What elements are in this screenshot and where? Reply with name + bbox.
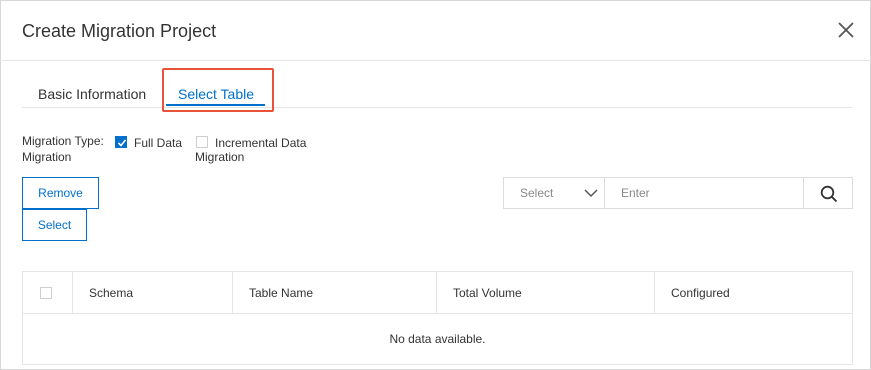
incremental-data-checkbox[interactable] xyxy=(196,136,208,148)
search-field-select[interactable]: Select xyxy=(504,178,605,208)
search-input[interactable] xyxy=(605,178,803,208)
tabs-divider xyxy=(22,107,852,108)
close-icon[interactable] xyxy=(836,20,856,40)
dialog-title: Create Migration Project xyxy=(22,21,217,41)
search-button[interactable] xyxy=(803,178,852,208)
search-bar: Select xyxy=(503,177,853,209)
migration-type-label-line2: Migration xyxy=(22,150,72,164)
column-header-schema[interactable]: Schema xyxy=(73,272,233,313)
table-header: Schema Table Name Total Volume Configure… xyxy=(23,272,852,314)
select-button[interactable]: Select xyxy=(22,209,87,241)
migration-type-label: Migration Type: xyxy=(22,134,104,148)
tables-table: Schema Table Name Total Volume Configure… xyxy=(22,271,853,365)
column-header-total-volume[interactable]: Total Volume xyxy=(437,272,655,313)
column-header-table-name[interactable]: Table Name xyxy=(233,272,437,313)
full-data-checkbox[interactable] xyxy=(115,136,127,148)
select-all-checkbox[interactable] xyxy=(40,287,52,299)
tab-basic-information[interactable]: Basic Information xyxy=(38,86,146,102)
select-all-cell xyxy=(23,272,73,313)
incremental-data-label-line2: Migration xyxy=(195,150,245,164)
search-select-label: Select xyxy=(520,186,554,200)
column-header-configured[interactable]: Configured xyxy=(655,272,852,313)
empty-state-text: No data available. xyxy=(389,332,486,346)
remove-button[interactable]: Remove xyxy=(22,177,99,209)
highlight-box xyxy=(162,68,274,112)
full-data-label: Full Data xyxy=(134,136,183,150)
header-divider xyxy=(0,60,871,61)
search-icon xyxy=(820,185,838,203)
chevron-down-icon xyxy=(584,189,598,198)
